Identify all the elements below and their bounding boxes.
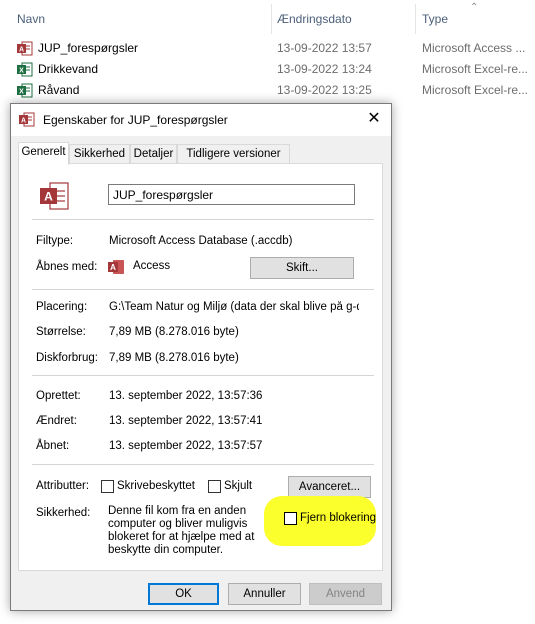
tab-general[interactable]: Generelt — [18, 142, 69, 165]
unblock-checkbox[interactable] — [284, 512, 297, 525]
dialog-title: Egenskaber for JUP_forespørgsler — [43, 113, 228, 127]
file-type: Microsoft Excel-re... — [422, 83, 529, 97]
tab-details[interactable]: Detaljer — [130, 144, 177, 164]
properties-dialog: A Egenskaber for JUP_forespørgsler ✕ Gen… — [10, 103, 392, 611]
file-row[interactable]: X Drikkevand 13-09-2022 13:24 Microsoft … — [0, 59, 535, 80]
opens-with-label: Åbnes med: — [36, 261, 98, 273]
change-button[interactable]: Skift... — [250, 257, 354, 279]
column-name[interactable]: Navn — [17, 12, 45, 26]
close-icon: ✕ — [367, 110, 381, 127]
file-type: Microsoft Excel-re... — [422, 62, 529, 76]
size-value: 7,89 MB (8.278.016 byte) — [109, 326, 239, 338]
attributes-label: Attributter: — [36, 480, 90, 492]
accessed-value: 13. september 2022, 13:57:57 — [109, 440, 263, 452]
filetype-value: Microsoft Access Database (.accdb) — [109, 235, 293, 247]
hidden-checkbox[interactable] — [208, 480, 221, 493]
file-name: JUP_forespørgsler — [38, 41, 139, 55]
tab-previous-versions[interactable]: Tidligere versioner — [177, 144, 290, 164]
size-label: Størrelse: — [36, 326, 86, 338]
file-row[interactable]: A JUP_forespørgsler 13-09-2022 13:57 Mic… — [0, 38, 535, 59]
column-divider[interactable] — [415, 4, 416, 34]
readonly-checkbox[interactable] — [101, 480, 114, 493]
column-header-bar: Navn Ændringsdato Type ⌃ — [0, 0, 535, 38]
column-date[interactable]: Ændringsdato — [277, 12, 352, 26]
divider — [32, 375, 374, 376]
file-name: Råvand — [38, 83, 80, 97]
excel-file-icon: X — [17, 62, 33, 77]
advanced-button[interactable]: Avanceret... — [288, 476, 371, 498]
access-app-icon: A — [108, 260, 124, 274]
divider — [32, 464, 374, 465]
modified-value: 13. september 2022, 13:57:41 — [109, 415, 263, 427]
location-label: Placering: — [36, 301, 88, 313]
ok-button[interactable]: OK — [148, 583, 219, 605]
svg-text:A: A — [110, 263, 116, 272]
access-file-icon: A — [40, 182, 69, 210]
file-date: 13-09-2022 13:25 — [277, 83, 372, 97]
file-row[interactable]: X Råvand 13-09-2022 13:25 Microsoft Exce… — [0, 80, 535, 101]
apply-button[interactable]: Anvend — [309, 583, 382, 605]
svg-text:A: A — [44, 190, 53, 204]
access-file-icon: A — [17, 41, 33, 56]
svg-text:X: X — [19, 89, 24, 96]
cancel-button[interactable]: Annuller — [228, 583, 301, 605]
file-date: 13-09-2022 13:57 — [277, 41, 372, 55]
file-type: Microsoft Access ... — [422, 41, 526, 55]
created-label: Oprettet: — [36, 390, 81, 402]
accessed-label: Åbnet: — [36, 440, 70, 452]
modified-label: Ændret: — [36, 415, 77, 427]
sort-up-icon: ⌃ — [470, 2, 479, 13]
hidden-label[interactable]: Skjult — [224, 480, 252, 492]
close-button[interactable]: ✕ — [357, 104, 391, 136]
svg-text:X: X — [19, 68, 24, 75]
disk-usage-label: Diskforbrug: — [36, 352, 98, 364]
divider — [32, 219, 374, 220]
security-text: Denne fil kom fra en anden computer og b… — [108, 505, 255, 556]
dialog-titlebar[interactable]: A Egenskaber for JUP_forespørgsler ✕ — [11, 104, 391, 136]
opens-with-value: Access — [133, 260, 171, 272]
readonly-label[interactable]: Skrivebeskyttet — [117, 480, 195, 492]
file-date: 13-09-2022 13:24 — [277, 62, 372, 76]
file-name: Drikkevand — [38, 62, 99, 76]
tab-security[interactable]: Sikkerhed — [69, 144, 130, 164]
column-type[interactable]: Type — [422, 12, 448, 26]
filetype-label: Filtype: — [36, 235, 74, 247]
svg-text:A: A — [21, 118, 26, 125]
location-value: G:\Team Natur og Miljø (data der skal bl… — [109, 301, 359, 313]
created-value: 13. september 2022, 13:57:36 — [109, 390, 263, 402]
column-divider[interactable] — [271, 4, 272, 34]
access-file-icon: A — [19, 112, 35, 127]
svg-text:A: A — [19, 47, 24, 54]
security-label: Sikkerhed: — [36, 507, 91, 519]
unblock-label[interactable]: Fjern blokering — [300, 512, 376, 524]
disk-usage-value: 7,89 MB (8.278.016 byte) — [109, 352, 239, 364]
excel-file-icon: X — [17, 83, 33, 98]
divider — [32, 289, 374, 290]
file-name-input[interactable] — [108, 184, 355, 205]
